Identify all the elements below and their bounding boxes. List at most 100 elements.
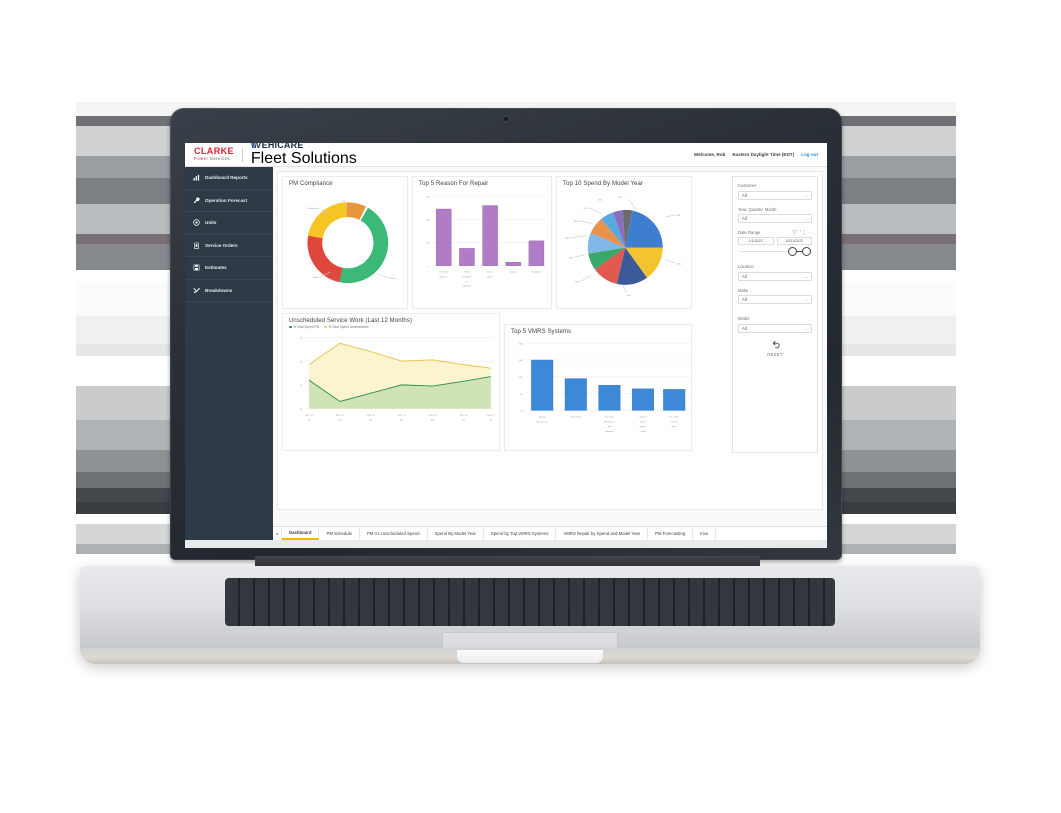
svg-text:80: 80 [300,338,302,340]
svg-text:Damage: Damage [510,272,517,274]
tab-pm-schedule[interactable]: PM Schedule [319,527,361,540]
tab-spend-by-top-vmrs-systems[interactable]: Spend by Top VMRS Systems [484,527,557,540]
customer-select[interactable]: All ⌄ [738,190,812,200]
logo-divider [241,147,243,162]
screenshot-stage: CLARKE Power Services \\\ VEHICARE Fleet… [0,0,1061,813]
sidebar-item-estimates[interactable]: Estimates [185,257,273,280]
ytick-100k: 100K [519,377,524,379]
tab-invoices[interactable]: Invo [693,527,717,540]
card-title: Top 10 Spend By Model Year [563,181,643,187]
svg-text:2022 - 04: 2022 - 04 [398,415,406,417]
sidebar-item-service-orders[interactable]: Service Orders [185,235,273,257]
date-range-end-input[interactable]: 12/31/2022 [776,237,812,245]
laptop-open-notch [457,650,603,663]
clarke-logo-name: CLARKE [194,146,234,156]
date-range-start-input[interactable]: 1/1/2022 [738,237,774,245]
tools-icon [192,286,200,294]
svg-text:2022 - 03: 2022 - 03 [367,415,375,417]
tab-vmrs-repair-by-spend-and-model-year[interactable]: VMRS Repair by Spend and Model Year [556,527,649,540]
svg-text:During PM: During PM [463,275,472,278]
svg-text:Tires, Tubes,: Tires, Tubes, [669,417,680,419]
undo-arrow-icon [772,340,780,348]
period-select[interactable]: All ⌄ [738,214,812,223]
bar-series [436,205,545,266]
card-title: Top 5 VMRS Systems [511,329,572,335]
tab-scroll-left-icon[interactable]: ◂ [273,527,282,540]
filter-location: Location All ⌄ [738,264,812,281]
pie-label-2017: 2017 [569,257,573,259]
sidebar-item-dashboard-reports[interactable]: Dashboard Reports [185,167,273,190]
svg-text:Accessories: Accessories [537,420,547,423]
svg-text:Maintenance: Maintenance [604,420,615,423]
reset-button[interactable]: RESET [738,340,812,357]
brand-logos: CLARKE Power Services \\\ VEHICARE Fleet… [185,143,357,168]
sidebar-item-operation-forecast[interactable]: Operation Forecast [185,190,273,212]
model-select-value: All [742,325,747,331]
sidebar-item-label: Breakdowns [205,287,233,293]
svg-text:2022 - 06: 2022 - 06 [460,415,468,417]
more-options-icon[interactable]: ··· [808,230,812,235]
svg-text:Inspection: Inspection [463,285,471,288]
svg-text:Group: Group [640,431,645,433]
svg-text:May: May [431,420,435,422]
sidebar-item-label: Dashboard Reports [205,175,248,181]
clarke-logo-tagline: Power Services [194,156,231,161]
tab-pm-forecasting[interactable]: PM Forecasting [648,527,694,540]
tab-dashboard[interactable]: Dashboard [282,527,320,540]
svg-text:2022 - 02: 2022 - 02 [336,415,344,417]
svg-text:Inspection: Inspection [605,430,613,433]
filter-label: Make [738,287,749,293]
card-unscheduled-service-work: Unscheduled Service Work (Last 12 Months… [282,313,500,451]
slider-handle-start[interactable] [788,247,797,256]
svg-text:400: 400 [426,220,429,222]
svg-text:40: 40 [300,385,302,387]
clipboard-icon [192,241,200,249]
make-select[interactable]: All ⌄ [738,295,812,304]
svg-text:and: and [608,426,611,428]
svg-text:Systems: Systems [639,425,646,428]
pie-label-pending: Pending Servi... [308,207,321,210]
svg-text:Motor: Motor [641,420,646,423]
svg-text:Power Plant: Power Plant [571,416,582,419]
app-statusbar [185,540,827,548]
pie-label-2014: 2014 [584,208,588,210]
app-header: CLARKE Power Services \\\ VEHICARE Fleet… [185,143,827,167]
make-select-value: All [742,297,747,302]
svg-text:Apr: Apr [400,419,403,422]
tab-pm-vs-unscheduled-spend[interactable]: PM Vs Unscheduled Spend [360,527,428,540]
model-select[interactable]: All ⌄ [738,323,812,333]
funnel-filter-icon[interactable] [792,230,797,235]
legend-swatch-icon [324,325,327,329]
sidebar-item-units[interactable]: Units [185,212,273,235]
svg-text:600: 600 [426,196,429,198]
filter-label: Customer [738,183,757,188]
sidebar-item-breakdowns[interactable]: Breakdowns [185,280,273,302]
svg-text:Noted: Noted [465,271,470,274]
pie-label-due: Due [342,201,345,203]
filter-model: Model All ⌄ [738,316,812,333]
pie-label-2013: 2013 [598,199,602,201]
location-select-value: All [742,273,747,279]
expand-icon[interactable] [800,230,805,235]
sidebar-item-label: Service Orders [205,242,238,248]
slider-handle-end[interactable] [802,247,811,256]
location-select[interactable]: All ⌄ [738,271,812,281]
unscheduled-service-area-chart: 80 60 40 20 2022 - 01Jan 2022 - 02Feb 20… [300,337,495,422]
date-range-slider[interactable] [738,246,812,257]
svg-text:2022 - 01: 2022 - 01 [305,415,313,417]
filter-date-range: Date Range ··· 1/1/2022 12/31/2022 [738,230,812,257]
pie-label-2020: 2020 [574,221,578,223]
vmrs-systems-bar-chart: 200K 150K 100K 50K 0K GeneralAccessories… [519,342,689,433]
tab-spend-by-model-year[interactable]: Spend By Model Year [428,527,484,540]
logout-link[interactable]: Log out [801,152,818,157]
report-tabbar: ◂ Dashboard PM Schedule PM Vs Unschedule… [273,526,827,540]
card-pm-compliance: PM Compliance Due Pending Servi... Overd… [282,176,408,309]
svg-text:Jul: Jul [490,420,493,422]
vehicare-logo-tagline: Fleet Solutions [250,150,357,167]
svg-text:2022 - 05: 2022 - 05 [429,415,437,417]
filter-customer: Customer All ⌄ [738,183,812,200]
filter-label: Year, Quarter, Month [738,206,777,212]
chevron-down-icon: ⌄ [804,192,808,198]
header-user-area: Welcome, Rob Eastern Daylight Time (EDT)… [694,152,827,157]
period-select-value: All [742,216,747,221]
